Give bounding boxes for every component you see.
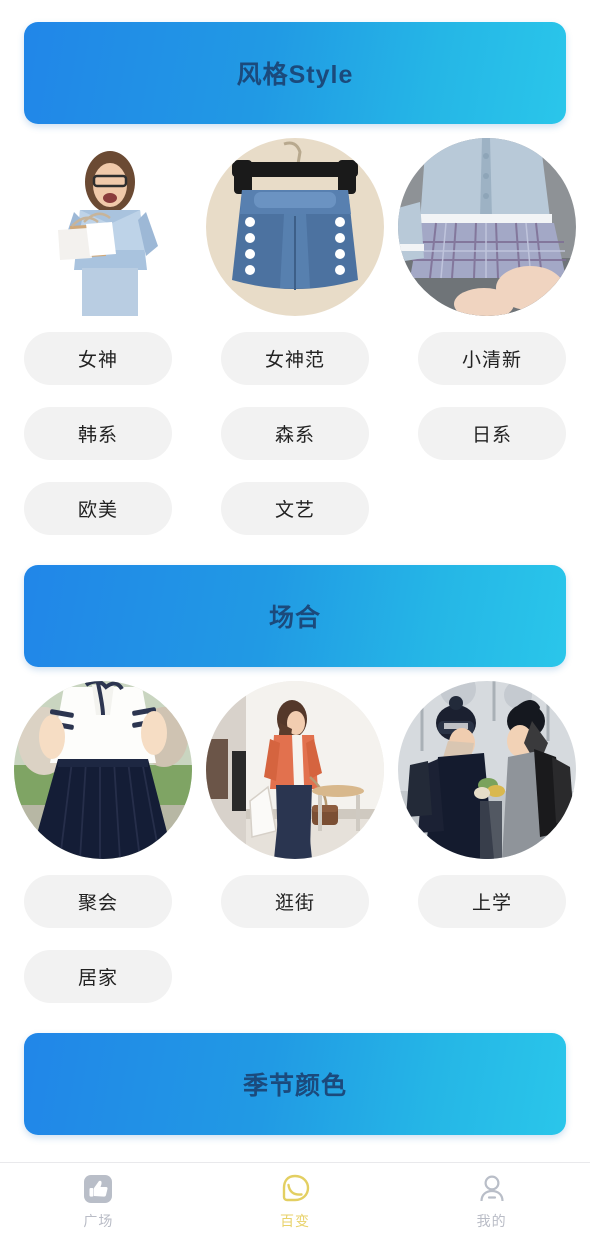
section-banner-occasion[interactable]: 场合 (24, 565, 566, 667)
tag-style-5[interactable]: 日系 (418, 407, 566, 460)
thumb-two-women-winter-coats-beanies[interactable] (398, 681, 576, 859)
image-row-occasion (14, 681, 576, 859)
tag-grid-style: 女神 女神范 小清新 韩系 森系 日系 欧美 文艺 (24, 332, 566, 535)
tag-style-2[interactable]: 小清新 (418, 332, 566, 385)
tag-style-6[interactable]: 欧美 (24, 482, 172, 535)
tag-occasion-0[interactable]: 聚会 (24, 875, 172, 928)
bottom-tab-bar: 广场 百变 我的 (0, 1162, 590, 1240)
section-title-occasion: 场合 (268, 604, 321, 632)
tag-style-0[interactable]: 女神 (24, 332, 172, 385)
section-banner-style[interactable]: 风格Style (24, 22, 566, 124)
tag-style-1[interactable]: 女神范 (221, 332, 369, 385)
tab-label-mine: 我的 (476, 1213, 507, 1229)
thumb-plaid-pleated-skirt-outfit[interactable] (398, 138, 576, 316)
tag-occasion-1[interactable]: 逛街 (221, 875, 369, 928)
chat-bubble-icon (282, 1174, 310, 1202)
tab-mine[interactable]: 我的 (393, 1163, 590, 1240)
thumb-sailor-top-navy-pleated-skirt[interactable] (14, 681, 192, 859)
section-title-season-color: 季节颜色 (242, 1072, 347, 1100)
tab-plaza[interactable]: 广场 (0, 1163, 197, 1240)
section-title-style: 风格Style (236, 61, 354, 89)
tab-transform[interactable]: 百变 (197, 1163, 394, 1240)
tab-label-transform: 百变 (280, 1213, 310, 1229)
app-screen: 风格Style 女神 女神范 小清新 韩系 森系 日系 欧美 文艺 场合 聚会 … (0, 0, 590, 1240)
tag-style-4[interactable]: 森系 (221, 407, 369, 460)
tag-style-3[interactable]: 韩系 (24, 407, 172, 460)
bottom-spacer (0, 1135, 590, 1162)
thumb-woman-coral-cardigan-street[interactable] (206, 681, 384, 859)
tag-occasion-2[interactable]: 上学 (418, 875, 566, 928)
thumb-denim-shorts-on-hanger[interactable] (206, 138, 384, 316)
tab-label-plaza: 广场 (83, 1213, 114, 1229)
thumb-woman-denim-jacket-shopping-bags[interactable] (14, 138, 192, 316)
tag-occasion-3[interactable]: 居家 (24, 950, 172, 1003)
thumbs-up-icon (84, 1175, 113, 1203)
section-banner-season-color[interactable]: 季节颜色 (24, 1033, 566, 1135)
image-row-style (14, 138, 576, 316)
person-icon (480, 1175, 504, 1202)
tag-style-7[interactable]: 文艺 (221, 482, 369, 535)
scrollable-content[interactable]: 风格Style 女神 女神范 小清新 韩系 森系 日系 欧美 文艺 场合 聚会 … (0, 0, 590, 1162)
tag-grid-occasion: 聚会 逛街 上学 居家 (24, 875, 566, 1003)
